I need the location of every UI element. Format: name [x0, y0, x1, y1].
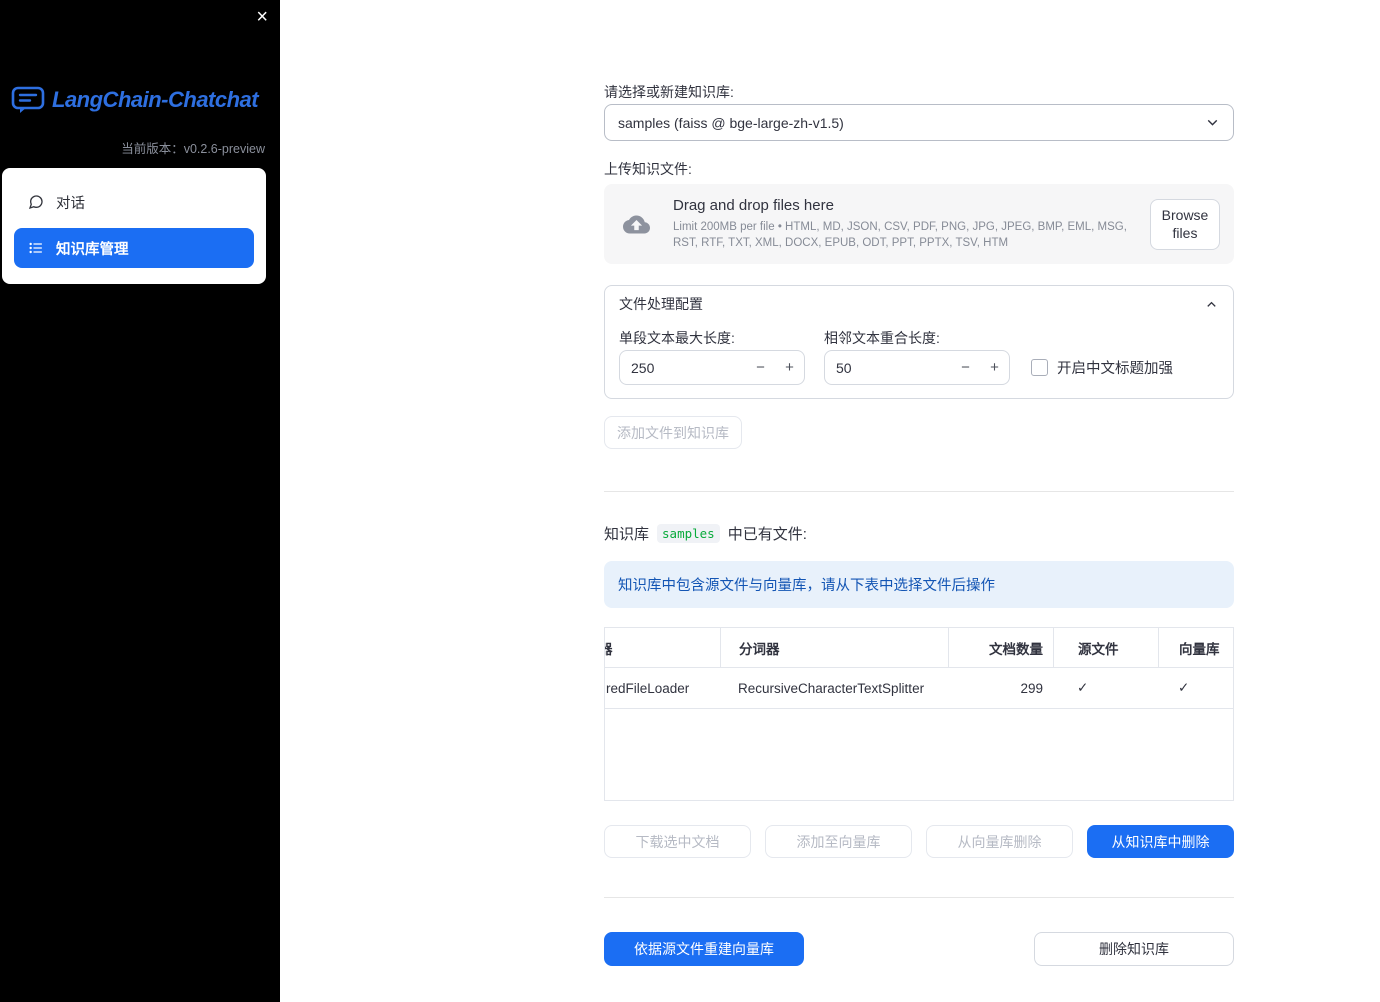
file-dropzone[interactable]: Drag and drop files here Limit 200MB per…	[604, 184, 1234, 264]
rebuild-vector-store-button[interactable]: 依据源文件重建向量库	[604, 932, 804, 966]
version-prefix: 当前版本：	[121, 142, 184, 156]
browse-files-button[interactable]: Browse files	[1150, 198, 1220, 250]
delete-from-kb-button[interactable]: 从知识库中删除	[1087, 825, 1234, 858]
delete-from-vector-store-button[interactable]: 从向量库删除	[926, 825, 1073, 858]
checkbox-box[interactable]	[1031, 359, 1048, 376]
kb-selectbox-value: samples (faiss @ bge-large-zh-v1.5)	[618, 114, 844, 131]
increment-button[interactable]: +	[775, 351, 804, 384]
kb-select-label: 请选择或新建知识库:	[604, 84, 734, 100]
dropzone-limits: Limit 200MB per file • HTML, MD, JSON, C…	[673, 221, 1127, 249]
cell-loader: redFileLoader	[606, 680, 690, 696]
divider	[604, 897, 1234, 898]
kb-selectbox[interactable]: samples (faiss @ bge-large-zh-v1.5)	[604, 104, 1234, 141]
expander-title: 文件处理配置	[619, 296, 703, 312]
version-label: 当前版本：v0.2.6-preview	[0, 138, 280, 157]
max-length-label: 单段文本最大长度:	[619, 330, 735, 346]
cell-vector-check: ✓	[1178, 680, 1190, 695]
dropzone-title: Drag and drop files here	[673, 197, 834, 214]
chat-bubble-icon	[28, 194, 44, 210]
upload-label: 上传知识文件:	[604, 161, 692, 177]
max-length-value: 250	[631, 359, 655, 376]
kb-name-code: samples	[657, 524, 720, 543]
existing-files-heading: 知识库 samples 中已有文件:	[604, 523, 1234, 544]
expander-header[interactable]: 文件处理配置	[605, 286, 1233, 322]
checkbox-label: 开启中文标题加强	[1057, 361, 1173, 377]
info-text: 知识库中包含源文件与向量库，请从下表中选择文件后操作	[618, 578, 995, 594]
cell-source-check: ✓	[1077, 680, 1089, 695]
chevron-up-icon	[1204, 297, 1219, 312]
files-table: 器 分词器 文档数量 源文件 向量库 redFileLoader Recursi…	[604, 627, 1234, 801]
add-to-vector-store-button[interactable]: 添加至向量库	[765, 825, 912, 858]
app-logo: LangChain-Chatchat	[11, 86, 259, 114]
increment-button[interactable]: +	[980, 351, 1009, 384]
sidebar-menu: 对话 知识库管理	[2, 168, 266, 284]
col-source-header: 源文件	[1053, 628, 1158, 667]
sidebar-item-label: 对话	[56, 195, 85, 212]
zh-title-enhance-checkbox[interactable]: 开启中文标题加强	[1031, 357, 1173, 378]
cloud-upload-icon	[620, 211, 653, 238]
info-alert: 知识库中包含源文件与向量库，请从下表中选择文件后操作	[604, 561, 1234, 608]
overlap-label: 相邻文本重合长度:	[824, 330, 940, 346]
sidebar-item-kb-management[interactable]: 知识库管理	[14, 228, 254, 268]
chevron-down-icon	[1204, 114, 1221, 131]
col-vector-header: 向量库	[1158, 628, 1233, 667]
table-header-row: 器 分词器 文档数量 源文件 向量库	[605, 628, 1233, 668]
sidebar-item-chat[interactable]: 对话	[14, 182, 254, 222]
existing-prefix: 知识库	[604, 526, 650, 543]
logo-chat-icon	[11, 86, 45, 114]
cell-doc-count: 299	[1020, 680, 1043, 696]
version-value: v0.2.6-preview	[183, 142, 265, 156]
add-files-to-kb-button[interactable]: 添加文件到知识库	[604, 416, 742, 449]
existing-suffix: 中已有文件:	[727, 526, 807, 543]
col-loader-header: 器	[605, 628, 720, 667]
sidebar-item-label: 知识库管理	[56, 241, 129, 258]
download-selected-button[interactable]: 下载选中文档	[604, 825, 751, 858]
decrement-button[interactable]: −	[746, 351, 775, 384]
col-doc-count-header: 文档数量	[948, 628, 1053, 667]
overlap-value: 50	[836, 359, 852, 376]
file-config-expander: 文件处理配置 单段文本最大长度: 相邻文本重合长度: 250 − + 50 − …	[604, 285, 1234, 399]
main-content: 请选择或新建知识库: samples (faiss @ bge-large-zh…	[604, 0, 1234, 1002]
max-length-input[interactable]: 250 − +	[619, 350, 805, 385]
table-action-buttons: 下载选中文档 添加至向量库 从向量库删除 从知识库中删除	[604, 825, 1234, 858]
delete-kb-button[interactable]: 删除知识库	[1034, 932, 1234, 966]
close-sidebar-button[interactable]: ×	[256, 4, 268, 30]
cell-splitter: RecursiveCharacterTextSplitter	[738, 680, 925, 696]
dropzone-text: Drag and drop files here Limit 200MB per…	[673, 197, 1140, 251]
list-icon	[28, 240, 44, 256]
divider	[604, 491, 1234, 492]
col-splitter-header: 分词器	[720, 628, 948, 667]
sidebar: × LangChain-Chatchat 当前版本：v0.2.6-preview…	[0, 0, 280, 1002]
decrement-button[interactable]: −	[951, 351, 980, 384]
overlap-input[interactable]: 50 − +	[824, 350, 1010, 385]
logo-text: LangChain-Chatchat	[52, 87, 259, 112]
table-row[interactable]: redFileLoader RecursiveCharacterTextSpli…	[605, 668, 1233, 709]
